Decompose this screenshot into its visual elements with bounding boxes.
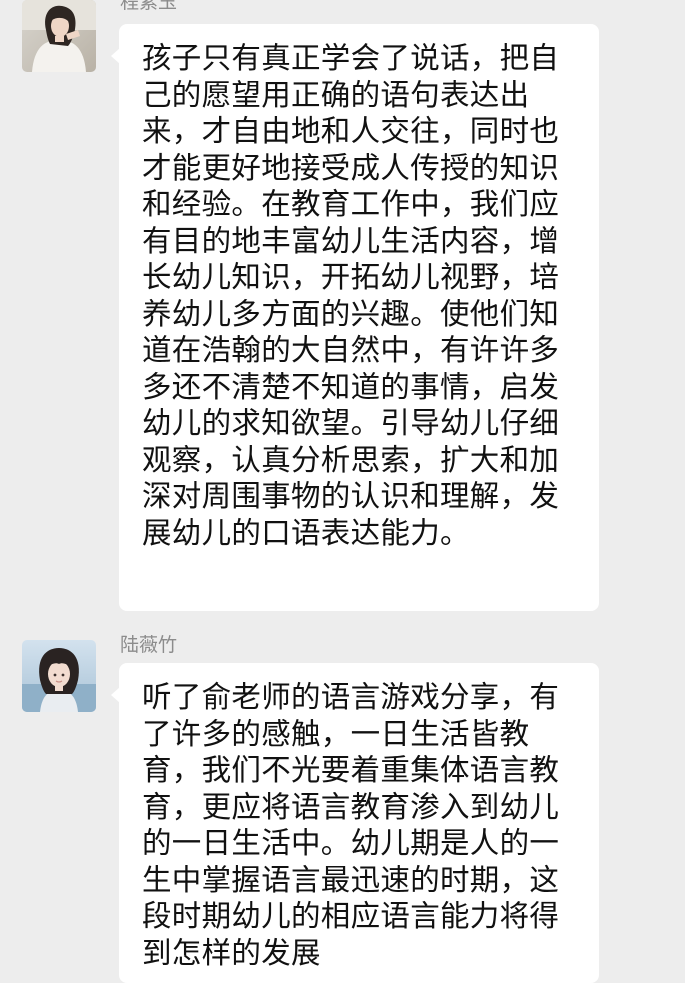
- chat-history: 程紫玉 孩子只有真正学会了说话，把自己的愿望用正确的语句表达出来，才自由地和人交…: [0, 0, 685, 983]
- message-text: 听了俞老师的语言游戏分享，有了许多的感触，一日生活皆教育，我们不光要着重集体语言…: [142, 680, 560, 970]
- message-bubble[interactable]: 听了俞老师的语言游戏分享，有了许多的感触，一日生活皆教育，我们不光要着重集体语言…: [111, 663, 599, 983]
- avatar-woman-white-shirt-icon: [22, 0, 96, 72]
- message-bubble[interactable]: 孩子只有真正学会了说话，把自己的愿望用正确的语句表达出来，才自由地和人交往，同时…: [111, 24, 599, 611]
- avatar[interactable]: [22, 640, 96, 712]
- avatar-girl-bob-hair-icon: [22, 640, 96, 712]
- message-text: 孩子只有真正学会了说话，把自己的愿望用正确的语句表达出来，才自由地和人交往，同时…: [142, 41, 560, 550]
- avatar[interactable]: [22, 0, 96, 72]
- chat-message: 陆薇竹 听了俞老师的语言游戏分享，有了许多的感触，一日生活皆教育，我们不光要着重…: [0, 630, 685, 983]
- chat-message: 程紫玉 孩子只有真正学会了说话，把自己的愿望用正确的语句表达出来，才自由地和人交…: [0, 0, 685, 612]
- sender-name: 程紫玉: [120, 0, 178, 13]
- sender-name: 陆薇竹: [120, 634, 178, 656]
